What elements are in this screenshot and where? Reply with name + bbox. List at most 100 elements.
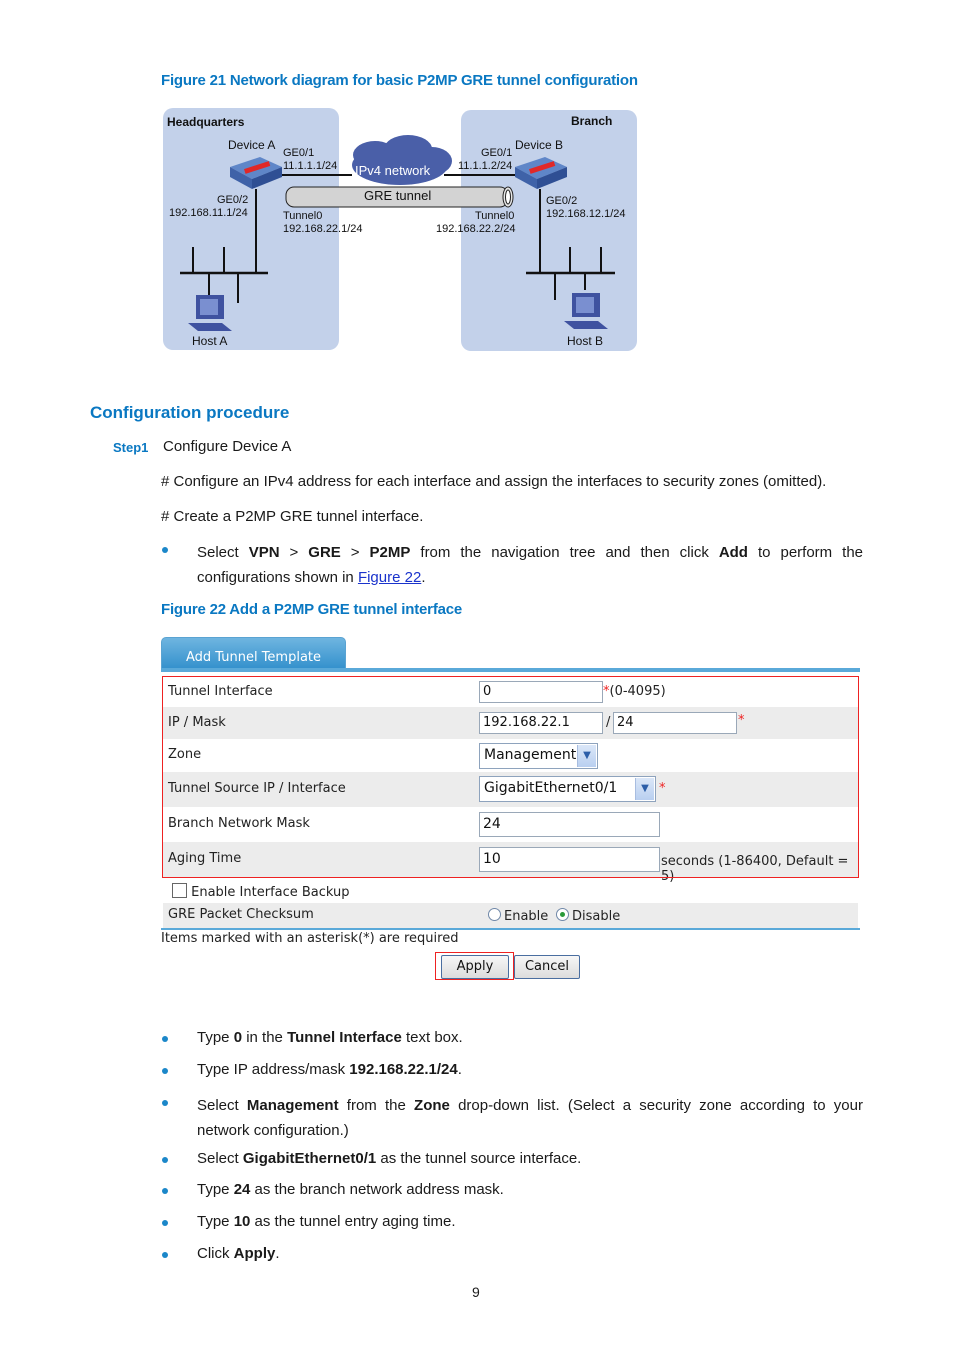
text: Type [197, 1029, 234, 1046]
bullet-icon [162, 1068, 168, 1074]
bullet-icon [162, 1157, 168, 1163]
bold-text: 192.168.22.1/24 [349, 1061, 458, 1078]
enable-backup-row: Enable Interface Backup [172, 883, 350, 900]
b-ge02-label: GE0/2 [546, 195, 578, 207]
paragraph-1: # Configure an IPv4 address for each int… [161, 473, 827, 490]
text: Type IP address/mask [197, 1061, 350, 1078]
figure-22-caption: Figure 22 Add a P2MP GRE tunnel interfac… [161, 601, 463, 618]
text: as the tunnel source interface. [376, 1150, 582, 1167]
bullet-icon [162, 1252, 168, 1258]
bold-text: 0 [233, 1029, 243, 1046]
bold-text: Zone [414, 1097, 450, 1114]
text: > [340, 544, 370, 561]
host-b-icon [564, 293, 608, 329]
cloud-label: IPv4 network [355, 163, 431, 178]
checksum-disable-option[interactable]: Disable [556, 908, 620, 924]
branch-label: Branch [571, 114, 613, 128]
enable-backup-checkbox[interactable] [172, 883, 187, 898]
text: from the navigation tree and then click [410, 544, 719, 561]
a-ge02-ip: 192.168.11.1/24 [169, 207, 248, 219]
bullet-icon [162, 1100, 168, 1106]
page-number: 9 [472, 1284, 480, 1300]
text: Select [197, 1150, 243, 1167]
radio-disable-label: Disable [572, 909, 621, 924]
step-text: Configure Device A [163, 438, 292, 455]
text: > [279, 544, 309, 561]
tab-underline [161, 668, 860, 672]
menu-p2mp: P2MP [369, 544, 411, 561]
host-a-label: Host A [192, 334, 228, 348]
a-ge02-label: GE0/2 [217, 194, 249, 206]
menu-gre: GRE [308, 544, 341, 561]
text: as the tunnel entry aging time. [250, 1213, 456, 1230]
bold-text: Tunnel Interface [287, 1029, 402, 1046]
instruction-item: Type IP address/mask 192.168.22.1/24. [197, 1061, 462, 1078]
bold-text: 10 [233, 1213, 251, 1230]
a-ge01-ip: 11.1.1.1/24 [283, 160, 338, 172]
required-note: Items marked with an asterisk(*) are req… [161, 931, 459, 946]
bullet-icon [162, 1036, 168, 1042]
text: Type [197, 1181, 234, 1198]
section-heading: Configuration procedure [90, 403, 290, 422]
bold-text: Apply [233, 1245, 276, 1262]
form-bottom-divider [161, 928, 860, 930]
instruction-item: Type 0 in the Tunnel Interface text box. [197, 1029, 463, 1046]
text: Select [197, 544, 249, 561]
instruction-item: Click Apply. [197, 1245, 280, 1262]
gre-checksum-label: GRE Packet Checksum [168, 907, 314, 922]
device-a-icon [230, 157, 282, 189]
bullet-icon [162, 547, 168, 553]
highlight-box [162, 676, 859, 878]
host-a-icon [188, 295, 232, 331]
text: Type [197, 1213, 234, 1230]
cancel-button[interactable]: Cancel [514, 955, 580, 979]
figure-21-caption: Figure 21 Network diagram for basic P2MP… [161, 72, 638, 89]
text: Select [197, 1097, 247, 1114]
paragraph-2: # Create a P2MP GRE tunnel interface. [161, 508, 424, 525]
text: as the branch network address mask. [250, 1181, 504, 1198]
step-label: Step1 [113, 440, 149, 455]
headquarters-label: Headquarters [167, 115, 245, 129]
b-ge01-ip: 11.1.1.2/24 [458, 160, 513, 172]
device-a-label: Device A [228, 138, 276, 152]
radio-enable[interactable] [488, 908, 501, 921]
instruction-item: Type 10 as the tunnel entry aging time. [197, 1213, 456, 1230]
a-ge01-label: GE0/1 [283, 147, 315, 159]
text: text box. [401, 1029, 463, 1046]
text: . [457, 1061, 462, 1078]
row-gre-checksum: GRE Packet Checksum Enable Disable [163, 903, 858, 928]
text: . [421, 569, 426, 586]
bold-text: 24 [233, 1181, 251, 1198]
b-ge01-label: GE0/1 [481, 147, 513, 159]
menu-vpn: VPN [248, 544, 280, 561]
a-tunnel-ip: 192.168.22.1/24 [283, 223, 363, 235]
bullet-icon [162, 1220, 168, 1226]
text: from the [338, 1097, 415, 1114]
bold-text: Management [246, 1097, 339, 1114]
b-tunnel-ip: 192.168.22.2/24 [436, 223, 516, 235]
radio-enable-label: Enable [504, 909, 549, 924]
add-keyword: Add [718, 544, 748, 561]
instruction-item: Type 24 as the branch network address ma… [197, 1181, 504, 1198]
device-b-label: Device B [515, 138, 564, 152]
apply-highlight-box [435, 952, 514, 980]
b-ge02-ip: 192.168.12.1/24 [546, 208, 626, 220]
checksum-enable-option[interactable]: Enable [488, 908, 548, 924]
figure-22-link[interactable]: Figure 22 [358, 569, 421, 586]
device-b-icon [515, 157, 567, 189]
b-tunnel-label: Tunnel0 [475, 210, 515, 222]
nav-instruction: Select VPN > GRE > P2MP from the navigat… [197, 540, 863, 590]
bullet-icon [162, 1188, 168, 1194]
bold-text: GigabitEthernet0/1 [242, 1150, 377, 1167]
instruction-item: Select GigabitEthernet0/1 as the tunnel … [197, 1150, 581, 1167]
tab-add-tunnel-template[interactable]: Add Tunnel Template [161, 637, 346, 672]
a-tunnel-label: Tunnel0 [283, 210, 323, 222]
text: Click [197, 1245, 234, 1262]
host-b-label: Host B [567, 334, 604, 348]
tunnel-label: GRE tunnel [364, 188, 432, 203]
text: . [275, 1245, 280, 1262]
radio-disable[interactable] [556, 908, 569, 921]
instruction-item: Select Management from the Zone drop-dow… [197, 1093, 863, 1143]
enable-backup-label: Enable Interface Backup [191, 885, 350, 900]
text: in the [242, 1029, 288, 1046]
